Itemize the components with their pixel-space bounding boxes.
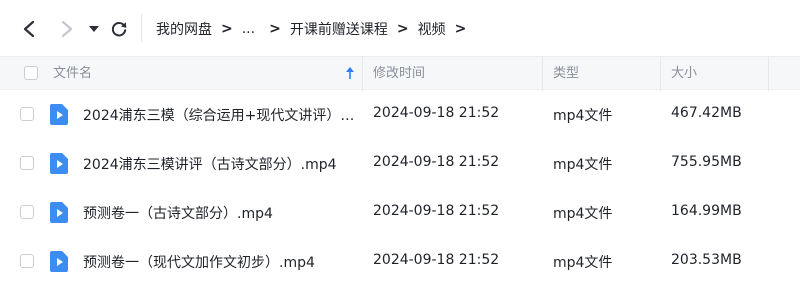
history-dropdown-icon[interactable]: [86, 20, 102, 38]
row-checkbox[interactable]: [20, 254, 34, 268]
column-divider[interactable]: [660, 57, 661, 91]
file-modified-time: 2024-09-18 21:52: [373, 105, 500, 121]
breadcrumb-separator: >: [454, 21, 467, 37]
file-modified-time: 2024-09-18 21:52: [373, 252, 500, 268]
breadcrumb-separator: >: [269, 21, 281, 37]
refresh-icon[interactable]: [108, 18, 130, 40]
breadcrumb: 我的网盘 > ... > 开课前赠送课程 > 视频 >: [156, 18, 475, 40]
breadcrumb-separator: >: [221, 21, 233, 37]
column-header-modified[interactable]: 修改时间: [373, 65, 425, 83]
row-checkbox[interactable]: [20, 107, 34, 121]
toolbar: 我的网盘 > ... > 开课前赠送课程 > 视频 >: [0, 0, 800, 56]
file-name[interactable]: 预测卷一（现代文加作文初步）.mp4: [83, 252, 358, 272]
breadcrumb-item-folder[interactable]: 开课前赠送课程: [290, 19, 388, 39]
file-modified-time: 2024-09-18 21:52: [373, 154, 500, 170]
toolbar-divider: [141, 14, 142, 42]
file-name[interactable]: 2024浦东三模（综合运用+现代文讲评）.mp4: [83, 105, 358, 125]
file-type: mp4文件: [553, 108, 613, 124]
breadcrumb-item-root[interactable]: 我的网盘: [156, 19, 212, 39]
file-size: 467.42MB: [671, 105, 742, 121]
back-arrow-icon[interactable]: [18, 18, 40, 40]
column-header-type[interactable]: 类型: [553, 65, 579, 83]
breadcrumb-item-current[interactable]: 视频: [418, 19, 446, 39]
file-type: mp4文件: [553, 157, 613, 173]
file-type: mp4文件: [553, 255, 613, 271]
column-header-size[interactable]: 大小: [671, 65, 697, 83]
file-size: 203.53MB: [671, 252, 742, 268]
file-row[interactable]: 预测卷一（现代文加作文初步）.mp4 2024-09-18 21:52 mp4文…: [0, 237, 800, 286]
file-size: 164.99MB: [671, 203, 742, 219]
video-file-icon: [50, 202, 68, 223]
sort-ascending-icon[interactable]: [344, 64, 356, 84]
select-all-checkbox[interactable]: [24, 66, 38, 80]
file-type: mp4文件: [553, 206, 613, 222]
column-header-name[interactable]: 文件名: [53, 65, 92, 83]
forward-arrow-icon[interactable]: [56, 18, 78, 40]
file-row[interactable]: 2024浦东三模（综合运用+现代文讲评）.mp4 2024-09-18 21:5…: [0, 90, 800, 139]
file-size: 755.95MB: [671, 154, 742, 170]
video-file-icon: [50, 104, 68, 125]
file-row[interactable]: 预测卷一（古诗文部分）.mp4 2024-09-18 21:52 mp4文件 1…: [0, 188, 800, 237]
file-list-header: 文件名 修改时间 类型 大小: [0, 56, 800, 91]
file-name[interactable]: 2024浦东三模讲评（古诗文部分）.mp4: [83, 154, 358, 174]
file-modified-time: 2024-09-18 21:52: [373, 203, 500, 219]
video-file-icon: [50, 251, 68, 272]
breadcrumb-separator: >: [396, 21, 409, 37]
breadcrumb-item-ellipsis[interactable]: ...: [242, 21, 255, 37]
file-row[interactable]: 2024浦东三模讲评（古诗文部分）.mp4 2024-09-18 21:52 m…: [0, 139, 800, 188]
row-checkbox[interactable]: [20, 205, 34, 219]
file-name[interactable]: 预测卷一（古诗文部分）.mp4: [83, 203, 358, 223]
video-file-icon: [50, 153, 68, 174]
row-checkbox[interactable]: [20, 156, 34, 170]
column-divider[interactable]: [768, 57, 769, 91]
column-divider[interactable]: [542, 57, 543, 91]
column-divider[interactable]: [362, 57, 363, 91]
